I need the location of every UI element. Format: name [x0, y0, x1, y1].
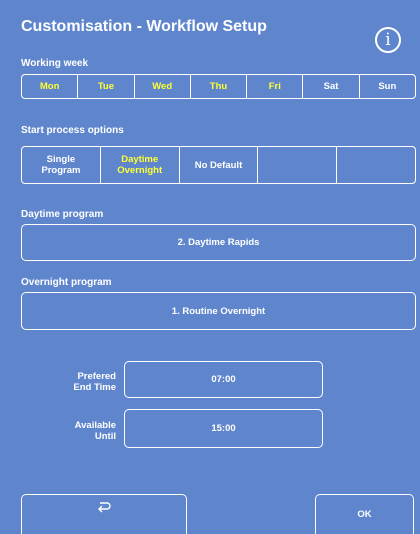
day-wed[interactable]: Wed — [135, 75, 191, 98]
daytime-program-field[interactable]: 2. Daytime Rapids — [21, 224, 416, 261]
option-empty[interactable] — [258, 147, 338, 183]
overnight-program-label: Overnight program — [21, 277, 112, 288]
day-sat[interactable]: Sat — [303, 75, 360, 98]
page-title: Customisation - Workflow Setup — [21, 18, 267, 35]
preferred-end-time-label: Prefered End Time — [73, 371, 116, 393]
start-process-selector: Single Program Daytime Overnight No Defaul… — [21, 146, 416, 184]
daytime-program-label: Daytime program — [21, 209, 104, 220]
ok-button[interactable]: OK — [315, 494, 414, 534]
day-fri[interactable]: Fri — [247, 75, 304, 98]
preferred-end-time-field[interactable]: 07:00 — [124, 361, 323, 398]
undo-arrow-icon — [96, 501, 112, 513]
back-button[interactable] — [21, 494, 187, 534]
option-single-program[interactable]: Single Program — [22, 147, 101, 183]
option-no-default[interactable]: No Default — [180, 147, 259, 183]
info-icon: i — [385, 30, 391, 50]
info-button[interactable]: i — [375, 27, 401, 53]
available-until-label: Available Until — [74, 420, 116, 442]
day-mon[interactable]: Mon — [22, 75, 79, 98]
day-tue[interactable]: Tue — [78, 75, 135, 98]
working-week-selector: Mon Tue Wed Thu Fri Sat Sun — [21, 74, 416, 99]
available-until-field[interactable]: 15:00 — [124, 409, 323, 448]
day-thu[interactable]: Thu — [191, 75, 248, 98]
working-week-label: Working week — [21, 58, 89, 69]
start-process-label: Start process options — [21, 125, 124, 136]
option-empty-2[interactable] — [337, 147, 415, 183]
overnight-program-field[interactable]: 1. Routine Overnight — [21, 292, 416, 330]
day-sun[interactable]: Sun — [360, 75, 415, 98]
option-daytime-overnight[interactable]: Daytime Overnight — [101, 147, 180, 183]
